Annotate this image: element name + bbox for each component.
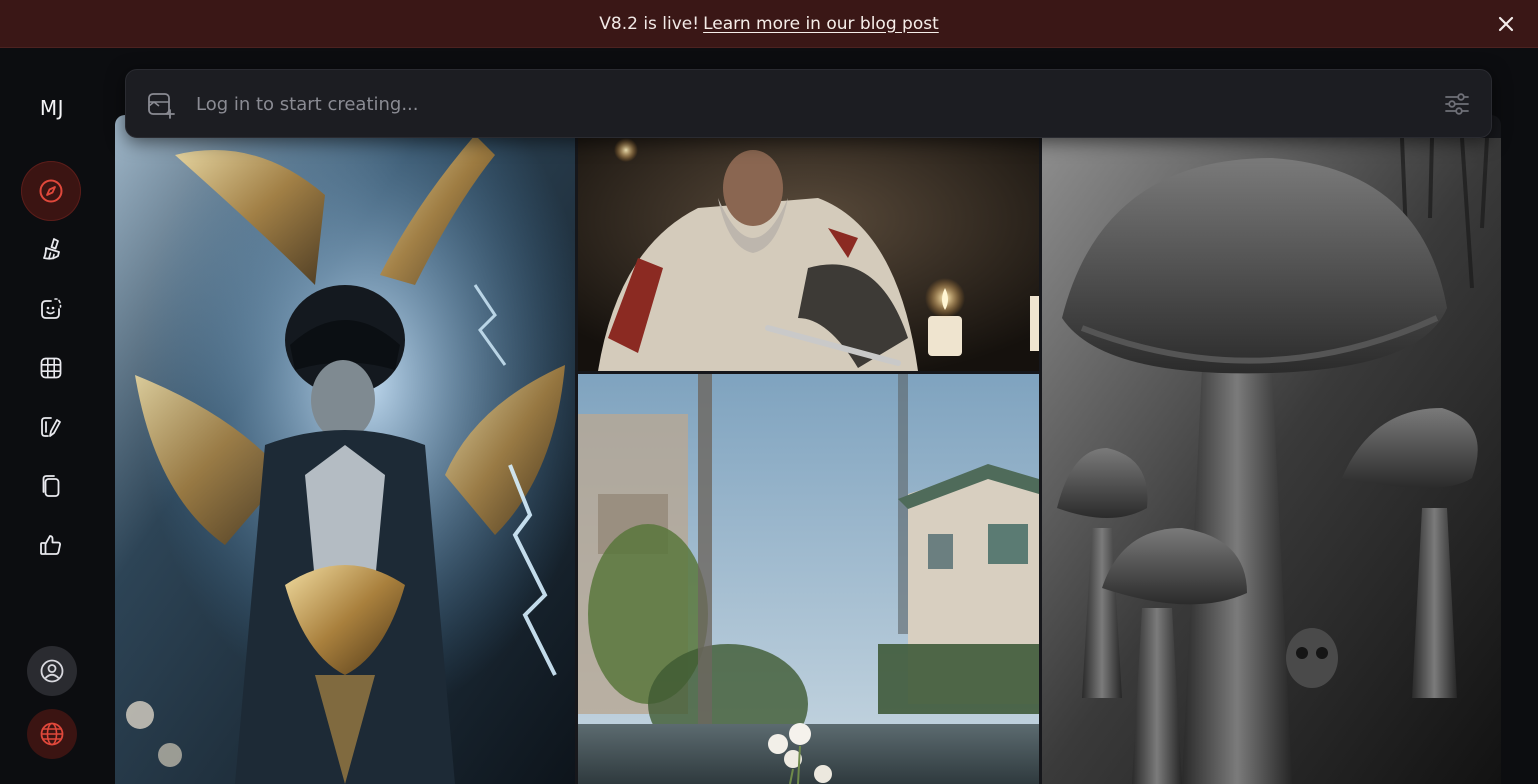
gallery-image-street[interactable]: [578, 374, 1039, 784]
prompt-bar: [125, 69, 1492, 138]
smiley-edit-icon: [41, 298, 62, 319]
globe-icon: [40, 722, 64, 746]
nav-personalize-button[interactable]: [21, 397, 81, 457]
gallery-image-knight[interactable]: [578, 138, 1039, 371]
explore-gallery: [115, 115, 1501, 784]
nav-likes-button[interactable]: [21, 515, 81, 575]
gallery-image-warrior[interactable]: [115, 115, 575, 784]
banner-message: V8.2 is live!: [599, 13, 700, 34]
announcement-banner: V8.2 is live! Learn more in our blog pos…: [0, 0, 1538, 48]
nav-edit-button[interactable]: [21, 279, 81, 339]
user-circle-icon: [40, 659, 64, 683]
copy-pages-icon: [42, 475, 60, 497]
nav-create-button[interactable]: [21, 219, 81, 279]
app-logo[interactable]: MJ: [0, 96, 104, 120]
nav-explore-button[interactable]: [21, 161, 81, 221]
language-button[interactable]: [27, 709, 77, 759]
nav-moodboards-button[interactable]: [21, 456, 81, 516]
nav-organize-button[interactable]: [21, 338, 81, 398]
thumbs-up-icon: [40, 535, 61, 555]
close-icon: [1498, 16, 1514, 32]
gallery-image-mushrooms[interactable]: [1042, 138, 1501, 784]
palette-edit-icon: [41, 417, 61, 437]
blog-post-link[interactable]: Learn more in our blog post: [703, 14, 939, 34]
add-image-icon[interactable]: [146, 90, 176, 120]
prompt-input[interactable]: [196, 88, 1396, 120]
compass-icon: [39, 179, 63, 203]
grid-icon: [40, 357, 62, 379]
close-banner-button[interactable]: [1494, 12, 1518, 36]
settings-sliders-icon[interactable]: [1443, 90, 1471, 118]
account-button[interactable]: [27, 646, 77, 696]
paintbrush-icon: [43, 238, 60, 260]
